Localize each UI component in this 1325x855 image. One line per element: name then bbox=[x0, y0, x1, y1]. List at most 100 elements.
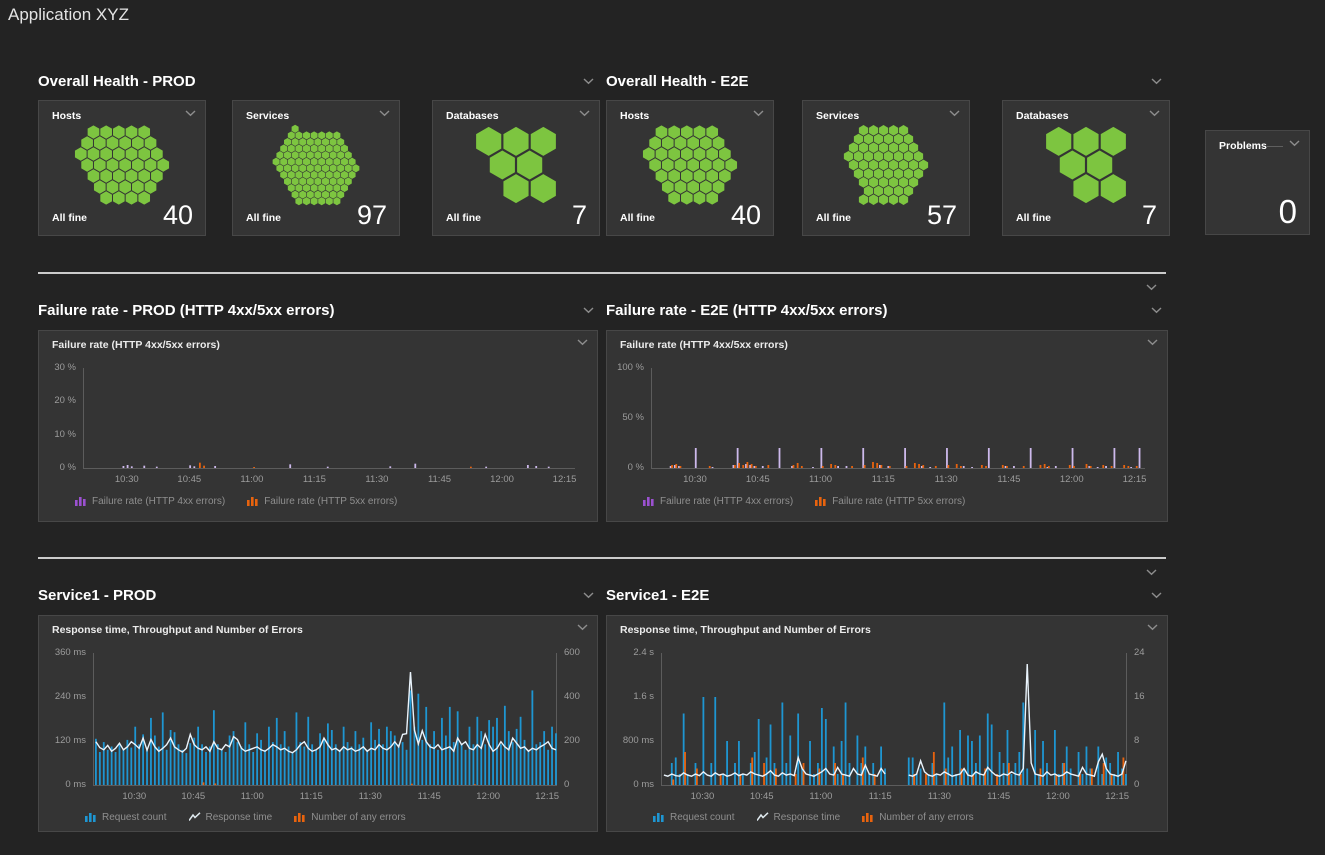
chevron-down-icon[interactable] bbox=[577, 339, 588, 346]
hexagon bbox=[337, 138, 344, 146]
hexagon bbox=[341, 184, 348, 192]
hexagon bbox=[914, 151, 923, 162]
status-text: All fine bbox=[620, 212, 655, 229]
hexagon bbox=[119, 136, 131, 149]
hexagon bbox=[894, 186, 903, 197]
plot-area-service-e2e[interactable] bbox=[661, 653, 1127, 787]
y-axis-label-right: 200 bbox=[564, 736, 596, 746]
x-tick-label: 10:45 bbox=[171, 791, 215, 802]
bar bbox=[889, 466, 891, 468]
chevron-down-icon[interactable] bbox=[753, 110, 764, 117]
plot-area-failure-prod[interactable] bbox=[83, 368, 575, 470]
bar bbox=[845, 703, 847, 786]
hexagon bbox=[675, 136, 687, 149]
legend-label: Failure rate (HTTP 4xx errors) bbox=[660, 496, 793, 507]
bar bbox=[837, 466, 839, 468]
bar bbox=[960, 466, 962, 468]
hexagon bbox=[681, 147, 693, 160]
chevron-down-icon[interactable] bbox=[583, 307, 594, 314]
x-tick-label: 11:45 bbox=[407, 791, 451, 802]
hexagon bbox=[849, 160, 858, 171]
legend-item[interactable]: Number of any errors bbox=[862, 812, 973, 823]
health-tile-databases-prod[interactable]: DatabasesAll fine7 bbox=[432, 100, 600, 236]
bar bbox=[712, 467, 714, 468]
plot-area-service-prod[interactable] bbox=[93, 653, 557, 787]
bar bbox=[935, 774, 937, 785]
chevron-down-icon[interactable] bbox=[949, 110, 960, 117]
hexagon bbox=[694, 169, 706, 182]
section-title-health-prod: Overall Health - PROD bbox=[38, 73, 196, 90]
bar bbox=[767, 465, 769, 468]
hexagon bbox=[292, 191, 299, 199]
bar bbox=[981, 465, 983, 468]
bar bbox=[123, 750, 125, 785]
bar bbox=[539, 742, 541, 785]
tile-footer: All fine40 bbox=[52, 202, 193, 229]
hexagon bbox=[687, 136, 699, 149]
section-divider bbox=[38, 557, 1166, 559]
hexagon bbox=[280, 171, 287, 179]
hexagon bbox=[138, 125, 150, 138]
legend-item[interactable]: Failure rate (HTTP 4xx errors) bbox=[643, 496, 793, 507]
health-tile-hosts-prod[interactable]: HostsAll fine40 bbox=[38, 100, 206, 236]
chevron-down-icon[interactable] bbox=[1146, 278, 1157, 296]
health-tile-databases-e2e[interactable]: DatabasesAll fine7 bbox=[1002, 100, 1170, 236]
chevron-down-icon[interactable] bbox=[1147, 339, 1158, 346]
chart-tile-service-prod[interactable]: Response time, Throughput and Number of … bbox=[38, 615, 598, 832]
hexagon bbox=[864, 151, 873, 162]
legend-item[interactable]: Failure rate (HTTP 5xx errors) bbox=[815, 496, 965, 507]
bar bbox=[1048, 466, 1050, 468]
chart-tile-failure-e2e[interactable]: Failure rate (HTTP 4xx/5xx errors)100 %5… bbox=[606, 330, 1168, 522]
chevron-down-icon[interactable] bbox=[379, 110, 390, 117]
bar bbox=[461, 744, 463, 785]
hexagon bbox=[337, 191, 344, 199]
legend-item[interactable]: Failure rate (HTTP 5xx errors) bbox=[247, 496, 397, 507]
hexagon bbox=[909, 160, 918, 171]
chart-tile-service-e2e[interactable]: Response time, Throughput and Number of … bbox=[606, 615, 1168, 832]
x-tick-label: 12:15 bbox=[543, 474, 587, 485]
chevron-down-icon[interactable] bbox=[1289, 140, 1300, 147]
hexagon bbox=[889, 142, 898, 153]
chevron-down-icon[interactable] bbox=[583, 592, 594, 599]
y-axis-label: 30 % bbox=[39, 363, 76, 373]
legend-item[interactable]: Request count bbox=[85, 812, 167, 823]
bar bbox=[469, 727, 471, 785]
bar bbox=[914, 463, 916, 468]
hexagon bbox=[854, 168, 863, 179]
bar bbox=[951, 747, 953, 786]
bar-legend-icon bbox=[294, 812, 306, 822]
chart-legend: Failure rate (HTTP 4xx errors) Failure ra… bbox=[643, 494, 965, 508]
health-tile-hosts-e2e[interactable]: HostsAll fine40 bbox=[606, 100, 774, 236]
hexagon bbox=[476, 127, 501, 156]
chart-title: Response time, Throughput and Number of … bbox=[620, 624, 871, 636]
chevron-down-icon[interactable] bbox=[579, 110, 590, 117]
chevron-down-icon[interactable] bbox=[1147, 624, 1158, 631]
chevron-down-icon[interactable] bbox=[1149, 110, 1160, 117]
hexagon bbox=[874, 186, 883, 197]
chevron-down-icon[interactable] bbox=[1151, 78, 1162, 85]
bar bbox=[512, 742, 514, 785]
chevron-down-icon[interactable] bbox=[1146, 563, 1157, 581]
hexagon bbox=[649, 136, 661, 149]
problems-tile[interactable]: Problems 0 bbox=[1205, 130, 1310, 235]
legend-item[interactable]: Number of any errors bbox=[294, 812, 405, 823]
bar bbox=[303, 747, 305, 786]
health-tile-services-prod[interactable]: ServicesAll fine97 bbox=[232, 100, 400, 236]
legend-item[interactable]: Failure rate (HTTP 4xx errors) bbox=[75, 496, 225, 507]
legend-item[interactable]: Response time bbox=[189, 812, 273, 823]
plot-area-failure-e2e[interactable] bbox=[651, 368, 1145, 470]
legend-item[interactable]: Response time bbox=[757, 812, 841, 823]
bar bbox=[812, 467, 814, 468]
chevron-down-icon[interactable] bbox=[185, 110, 196, 117]
chevron-down-icon[interactable] bbox=[583, 78, 594, 85]
bar bbox=[1030, 448, 1032, 468]
chart-tile-failure-prod[interactable]: Failure rate (HTTP 4xx/5xx errors)30 %20… bbox=[38, 330, 598, 522]
chevron-down-icon[interactable] bbox=[577, 624, 588, 631]
hexagon bbox=[132, 158, 144, 171]
bar bbox=[516, 729, 518, 785]
chevron-down-icon[interactable] bbox=[1151, 307, 1162, 314]
health-tile-services-e2e[interactable]: ServicesAll fine57 bbox=[802, 100, 970, 236]
legend-item[interactable]: Request count bbox=[653, 812, 735, 823]
chevron-down-icon[interactable] bbox=[1151, 592, 1162, 599]
bar bbox=[793, 465, 795, 468]
